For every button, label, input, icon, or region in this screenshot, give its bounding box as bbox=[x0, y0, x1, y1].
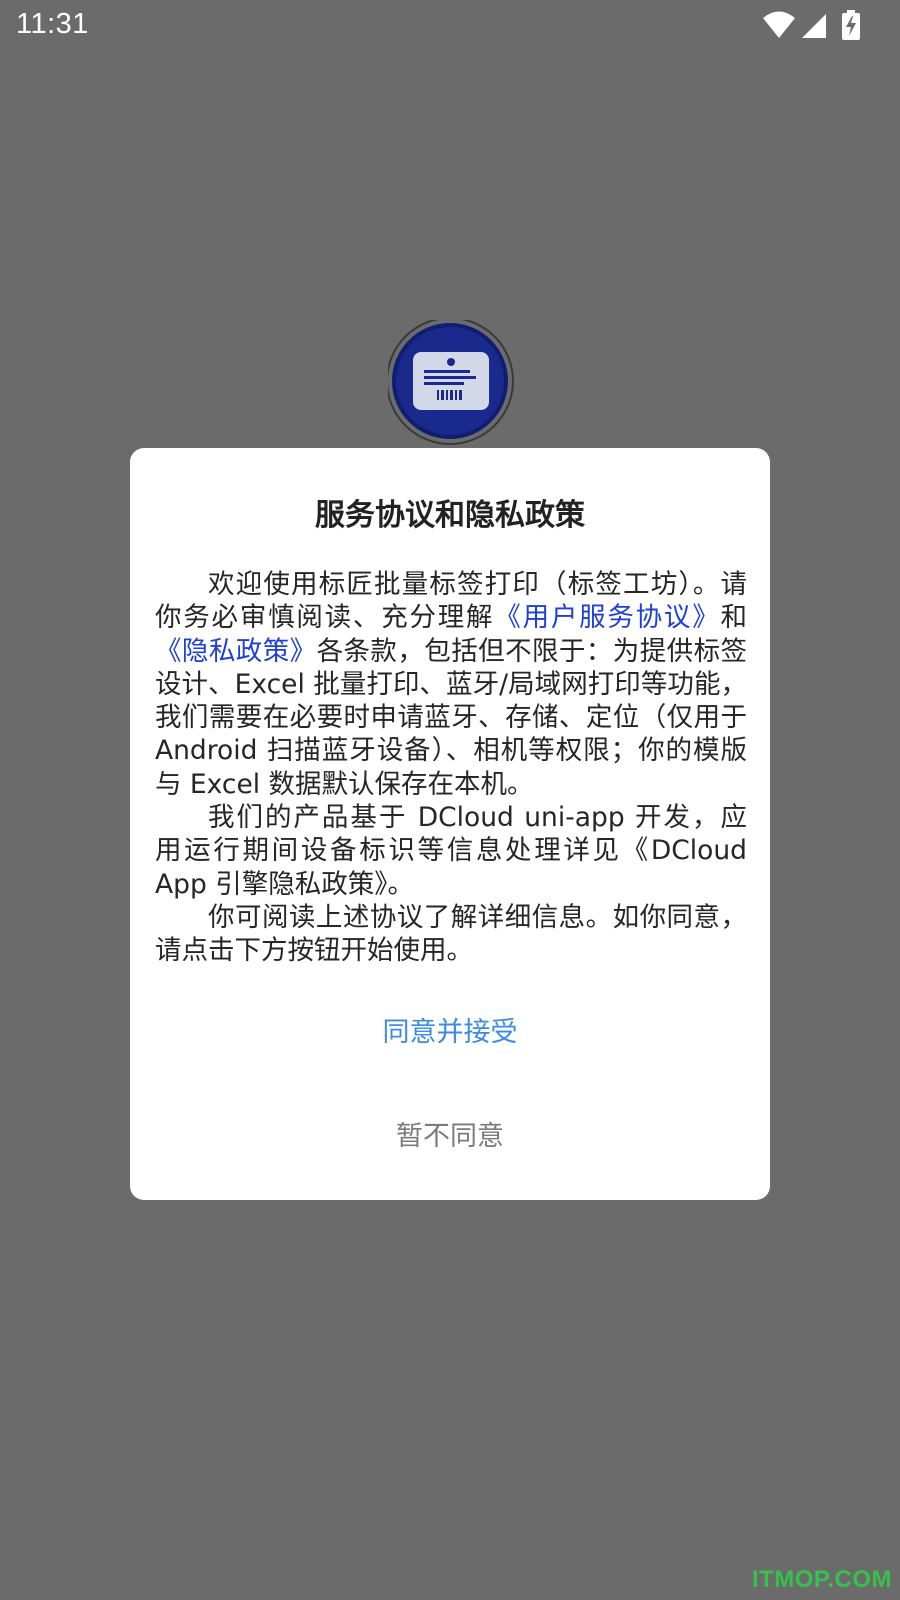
agree-button[interactable]: 同意并接受 bbox=[130, 1008, 770, 1058]
user-service-agreement-link[interactable]: 《用户服务协议》 bbox=[494, 602, 720, 633]
wifi-icon bbox=[763, 11, 795, 38]
status-time: 11:31 bbox=[16, 8, 89, 40]
barcode-label-icon bbox=[386, 317, 514, 445]
privacy-dialog: 服务协议和隐私政策 欢迎使用标匠批量标签打印（标签工坊）。请你务必审慎阅读、充分… bbox=[130, 448, 770, 1200]
disagree-button[interactable]: 暂不同意 bbox=[130, 1112, 770, 1162]
dialog-paragraph-1: 欢迎使用标匠批量标签打印（标签工坊）。请你务必审慎阅读、充分理解《用户服务协议》… bbox=[155, 568, 747, 801]
dialog-body: 欢迎使用标匠批量标签打印（标签工坊）。请你务必审慎阅读、充分理解《用户服务协议》… bbox=[155, 568, 747, 968]
status-icons bbox=[762, 10, 872, 42]
privacy-policy-link[interactable]: 《隐私政策》 bbox=[155, 636, 317, 667]
status-bar: 11:31 bbox=[0, 0, 900, 50]
dialog-paragraph-2: 我们的产品基于 DCloud uni-app 开发，应用运行期间设备标识等信息处… bbox=[155, 802, 747, 900]
cell-signal-icon bbox=[802, 14, 826, 38]
battery-charging-icon bbox=[842, 10, 860, 40]
watermark: ITMOP.COM bbox=[751, 1566, 892, 1593]
dialog-title: 服务协议和隐私政策 bbox=[315, 498, 585, 533]
paragraph-1-text-2: 和 bbox=[720, 602, 748, 634]
app-logo bbox=[386, 317, 518, 450]
dialog-paragraph-3: 你可阅读上述协议了解详细信息。如你同意，请点击下方按钮开始使用。 bbox=[155, 901, 747, 967]
